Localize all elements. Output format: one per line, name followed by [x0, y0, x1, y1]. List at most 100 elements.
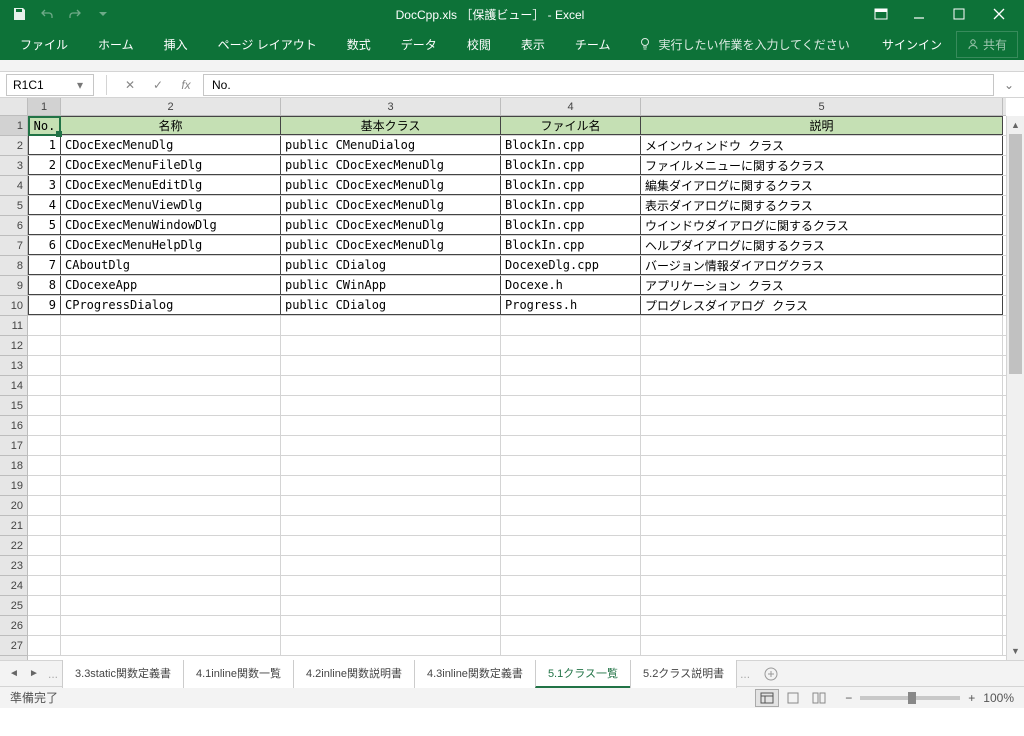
cell[interactable] — [281, 376, 501, 395]
row-header[interactable]: 5 — [0, 196, 27, 216]
sheet-tab[interactable]: 4.3inline関数定義書 — [414, 659, 536, 688]
cell[interactable]: BlockIn.cpp — [501, 236, 641, 255]
cell[interactable]: CDocExecMenuHelpDlg — [61, 236, 281, 255]
view-pagebreak-icon[interactable] — [807, 689, 831, 707]
cell[interactable]: ウインドウダイアログに関するクラス — [641, 216, 1003, 235]
cell[interactable]: CDocExecMenuFileDlg — [61, 156, 281, 175]
minimize-icon[interactable] — [900, 2, 938, 26]
cells-area[interactable]: No.名称基本クラスファイル名説明1CDocExecMenuDlgpublic … — [28, 116, 1006, 660]
view-normal-icon[interactable] — [755, 689, 779, 707]
column-header[interactable]: 5 — [641, 98, 1003, 115]
cell[interactable] — [28, 616, 61, 635]
cell[interactable] — [281, 416, 501, 435]
cell[interactable] — [641, 376, 1003, 395]
cell[interactable] — [281, 316, 501, 335]
share-button[interactable]: 共有 — [956, 31, 1018, 58]
view-pagelayout-icon[interactable] — [781, 689, 805, 707]
cell[interactable] — [641, 496, 1003, 515]
cell[interactable] — [641, 476, 1003, 495]
cell[interactable]: 4 — [28, 196, 61, 215]
cell[interactable] — [501, 356, 641, 375]
cell[interactable] — [281, 536, 501, 555]
scroll-down-icon[interactable]: ▼ — [1007, 642, 1024, 660]
row-header[interactable]: 11 — [0, 316, 27, 336]
tab-insert[interactable]: 挿入 — [150, 30, 202, 59]
tab-home[interactable]: ホーム — [84, 30, 148, 59]
cell[interactable] — [61, 416, 281, 435]
close-icon[interactable] — [980, 2, 1018, 26]
cell[interactable]: プログレスダイアログ クラス — [641, 296, 1003, 315]
row-header[interactable]: 3 — [0, 156, 27, 176]
cell[interactable] — [501, 576, 641, 595]
cell[interactable] — [28, 456, 61, 475]
row-header[interactable]: 18 — [0, 456, 27, 476]
row-header[interactable]: 24 — [0, 576, 27, 596]
row-header[interactable]: 19 — [0, 476, 27, 496]
row-header[interactable]: 25 — [0, 596, 27, 616]
zoom-thumb[interactable] — [908, 692, 916, 704]
tab-data[interactable]: データ — [387, 30, 451, 59]
cell[interactable]: BlockIn.cpp — [501, 196, 641, 215]
cell[interactable]: public CDocExecMenuDlg — [281, 236, 501, 255]
cell[interactable] — [281, 596, 501, 615]
formula-expand-icon[interactable]: ⌄ — [1000, 78, 1018, 92]
cell[interactable] — [501, 496, 641, 515]
zoom-out-icon[interactable]: − — [845, 691, 852, 705]
column-header[interactable]: 3 — [281, 98, 501, 115]
tab-review[interactable]: 校閲 — [453, 30, 505, 59]
cancel-icon[interactable]: ✕ — [119, 74, 141, 96]
cell[interactable] — [501, 456, 641, 475]
sheet-tab[interactable]: 5.2クラス説明書 — [630, 659, 737, 688]
sheet-tab[interactable]: 3.3static関数定義書 — [62, 659, 184, 688]
row-header[interactable]: 20 — [0, 496, 27, 516]
cell[interactable] — [61, 516, 281, 535]
cell[interactable]: public CDocExecMenuDlg — [281, 216, 501, 235]
row-header[interactable]: 1 — [0, 116, 27, 136]
cell[interactable] — [28, 556, 61, 575]
cell[interactable]: 9 — [28, 296, 61, 315]
sign-in[interactable]: サインイン — [870, 30, 954, 59]
cell[interactable] — [28, 396, 61, 415]
cell[interactable]: public CDocExecMenuDlg — [281, 156, 501, 175]
cell[interactable] — [28, 436, 61, 455]
cell[interactable]: BlockIn.cpp — [501, 176, 641, 195]
undo-icon[interactable] — [34, 2, 60, 26]
cell[interactable] — [641, 436, 1003, 455]
cell[interactable] — [641, 636, 1003, 655]
cell[interactable] — [28, 636, 61, 655]
cell[interactable]: メインウィンドウ クラス — [641, 136, 1003, 155]
redo-icon[interactable] — [62, 2, 88, 26]
row-header[interactable]: 8 — [0, 256, 27, 276]
tab-more-left[interactable]: ... — [48, 667, 58, 681]
row-header[interactable]: 26 — [0, 616, 27, 636]
cell[interactable] — [501, 376, 641, 395]
tab-nav-prev-icon[interactable]: ◄ — [4, 668, 24, 679]
cell[interactable] — [641, 316, 1003, 335]
cell[interactable] — [641, 596, 1003, 615]
cell[interactable]: No. — [28, 116, 61, 135]
sheet-tab[interactable]: 5.1クラス一覧 — [535, 659, 631, 688]
cell[interactable]: 5 — [28, 216, 61, 235]
cell[interactable] — [641, 536, 1003, 555]
cell[interactable] — [281, 576, 501, 595]
cell[interactable]: 7 — [28, 256, 61, 275]
cell[interactable]: CDocExecMenuEditDlg — [61, 176, 281, 195]
tab-pagelayout[interactable]: ページ レイアウト — [204, 30, 331, 59]
tab-team[interactable]: チーム — [561, 30, 625, 59]
cell[interactable]: 8 — [28, 276, 61, 295]
cell[interactable] — [28, 496, 61, 515]
cell[interactable] — [28, 316, 61, 335]
cell[interactable]: DocexeDlg.cpp — [501, 256, 641, 275]
cell[interactable]: Docexe.h — [501, 276, 641, 295]
cell[interactable]: 基本クラス — [281, 116, 501, 135]
cell[interactable] — [61, 456, 281, 475]
tell-me[interactable]: 実行したい作業を入力してください — [638, 36, 849, 53]
sheet-tab[interactable]: 4.1inline関数一覧 — [183, 659, 294, 688]
row-header[interactable]: 17 — [0, 436, 27, 456]
row-header[interactable]: 15 — [0, 396, 27, 416]
cell[interactable] — [61, 316, 281, 335]
cell[interactable]: 1 — [28, 136, 61, 155]
cell[interactable]: CAboutDlg — [61, 256, 281, 275]
cell[interactable] — [501, 536, 641, 555]
cell[interactable] — [61, 556, 281, 575]
